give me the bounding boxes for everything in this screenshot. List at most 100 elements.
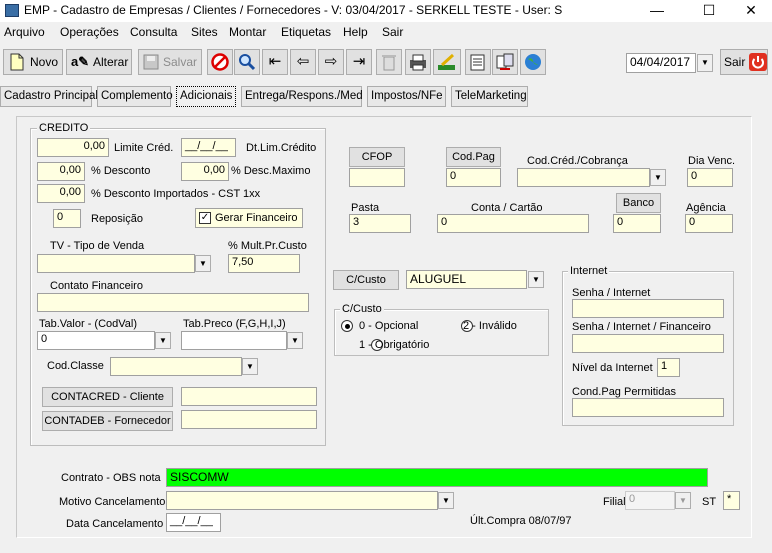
tab-impostos[interactable]: Impostos/NFe bbox=[367, 86, 446, 107]
agencia-input[interactable]: 0 bbox=[685, 214, 733, 233]
tab-bar: Cadastro Principal Complemento Adicionai… bbox=[0, 86, 772, 108]
report-button[interactable] bbox=[433, 49, 461, 75]
tab-cadastro-principal[interactable]: Cadastro Principal bbox=[0, 86, 98, 107]
agencia-label: Agência bbox=[686, 202, 726, 214]
desconto-importados-input[interactable]: 0,00 bbox=[37, 184, 85, 203]
c-custo-opcional-radio[interactable] bbox=[341, 320, 353, 332]
conta-cartao-input[interactable]: 0 bbox=[437, 214, 589, 233]
c-custo-button[interactable]: C/Custo bbox=[333, 270, 399, 290]
menu-etiquetas[interactable]: Etiquetas bbox=[281, 25, 331, 39]
data-cancelamento-input[interactable]: __/__/__ bbox=[166, 513, 221, 532]
tab-preco-select[interactable] bbox=[181, 331, 287, 350]
gerar-financeiro-checkbox[interactable]: ✓ bbox=[199, 212, 211, 224]
next-record-button[interactable]: ⇨ bbox=[318, 49, 344, 75]
desc-maximo-input[interactable]: 0,00 bbox=[181, 162, 229, 181]
dia-venc-input[interactable]: 0 bbox=[687, 168, 733, 187]
tab-complemento[interactable]: Complemento bbox=[97, 86, 173, 107]
cod-pag-button[interactable]: Cod.Pag bbox=[446, 147, 501, 167]
cfop-button[interactable]: CFOP bbox=[349, 147, 405, 167]
novo-button[interactable]: Novo bbox=[3, 49, 63, 75]
minimize-button[interactable]: — bbox=[634, 0, 680, 22]
menu-operacoes[interactable]: Operações bbox=[60, 25, 119, 39]
motivo-cancelamento-dropdown-button[interactable]: ▼ bbox=[438, 492, 454, 509]
reposicao-input[interactable]: 0 bbox=[53, 209, 81, 228]
senha-internet-financeiro-input[interactable] bbox=[572, 334, 724, 353]
transfer-icon bbox=[496, 53, 514, 71]
last-record-button[interactable]: ⇥ bbox=[346, 49, 372, 75]
sair-label: Sair bbox=[724, 55, 746, 69]
menu-help[interactable]: Help bbox=[343, 25, 368, 39]
cond-pag-permitidas-label: Cond.Pag Permitidas bbox=[572, 386, 676, 398]
menu-montar[interactable]: Montar bbox=[229, 25, 266, 39]
cod-cred-cobranca-select[interactable] bbox=[517, 168, 650, 187]
menu-arquivo[interactable]: Arquivo bbox=[4, 25, 45, 39]
print-button[interactable] bbox=[405, 49, 431, 75]
cond-pag-permitidas-input[interactable] bbox=[572, 398, 724, 417]
pasta-input[interactable]: 3 bbox=[349, 214, 411, 233]
web-button[interactable] bbox=[520, 49, 546, 75]
c-custo-select[interactable]: ALUGUEL bbox=[406, 270, 527, 289]
contato-financeiro-input[interactable] bbox=[37, 293, 309, 312]
first-record-button[interactable]: ⇤ bbox=[262, 49, 288, 75]
first-arrow-icon: ⇤ bbox=[268, 53, 282, 70]
mult-pr-custo-input[interactable]: 7,50 bbox=[228, 254, 300, 273]
notes-button[interactable] bbox=[465, 49, 491, 75]
nivel-internet-input[interactable]: 1 bbox=[657, 358, 680, 377]
desconto-input[interactable]: 0,00 bbox=[37, 162, 85, 181]
filial-select[interactable]: 0 bbox=[625, 491, 675, 510]
power-icon bbox=[749, 53, 768, 71]
cfop-input[interactable] bbox=[349, 168, 405, 187]
contacred-button[interactable]: CONTACRED - Cliente bbox=[42, 387, 173, 407]
contato-financeiro-label: Contato Financeiro bbox=[50, 280, 143, 292]
maximize-button[interactable]: ☐ bbox=[686, 0, 732, 22]
cod-cred-cobranca-dropdown-button[interactable]: ▼ bbox=[650, 169, 666, 186]
contadeb-button[interactable]: CONTADEB - Fornecedor bbox=[42, 411, 173, 431]
desconto-label: % Desconto bbox=[91, 165, 151, 177]
new-document-icon bbox=[8, 53, 26, 71]
contrato-obs-input[interactable]: SISCOMW bbox=[166, 468, 708, 487]
c-custo-dropdown-button[interactable]: ▼ bbox=[528, 271, 544, 288]
cancel-button[interactable] bbox=[207, 49, 233, 75]
notepad-icon bbox=[469, 53, 487, 71]
close-button[interactable]: ✕ bbox=[728, 0, 772, 22]
dia-venc-label: Dia Venc. bbox=[688, 155, 736, 167]
cod-classe-label: Cod.Classe bbox=[47, 360, 104, 372]
alterar-button[interactable]: a✎ Alterar bbox=[66, 49, 132, 75]
tab-adicionais[interactable]: Adicionais bbox=[176, 86, 236, 107]
menu-consulta[interactable]: Consulta bbox=[130, 25, 177, 39]
banco-button[interactable]: Banco bbox=[616, 193, 661, 213]
tab-valor-select[interactable]: 0 bbox=[37, 331, 155, 350]
tab-valor-dropdown-button[interactable]: ▼ bbox=[155, 332, 171, 349]
banco-input[interactable]: 0 bbox=[613, 214, 661, 233]
prev-record-button[interactable]: ⇦ bbox=[290, 49, 316, 75]
gerar-financeiro-label: Gerar Financeiro bbox=[215, 212, 298, 224]
filial-dropdown-button[interactable]: ▼ bbox=[675, 492, 691, 509]
senha-internet-input[interactable] bbox=[572, 299, 724, 318]
novo-label: Novo bbox=[29, 55, 58, 69]
motivo-cancelamento-select[interactable] bbox=[166, 491, 438, 510]
dt-lim-credito-input[interactable]: __/__/__ bbox=[181, 138, 236, 157]
contadeb-input[interactable] bbox=[181, 410, 317, 429]
menu-bar: Arquivo Operações Consulta Sites Montar … bbox=[0, 22, 772, 42]
tipo-venda-dropdown-button[interactable]: ▼ bbox=[195, 255, 211, 272]
date-dropdown-button[interactable]: ▼ bbox=[697, 54, 713, 72]
salvar-button[interactable]: Salvar bbox=[138, 49, 202, 75]
tab-telemarketing[interactable]: TeleMarketing bbox=[451, 86, 528, 107]
cod-classe-dropdown-button[interactable]: ▼ bbox=[242, 358, 258, 375]
cod-classe-select[interactable] bbox=[110, 357, 242, 376]
sair-button[interactable]: Sair bbox=[720, 49, 768, 75]
menu-sites[interactable]: Sites bbox=[191, 25, 218, 39]
st-input[interactable]: * bbox=[723, 491, 740, 510]
limite-credito-input[interactable]: 0,00 bbox=[37, 138, 109, 157]
cod-pag-input[interactable]: 0 bbox=[446, 168, 501, 187]
delete-button[interactable] bbox=[376, 49, 402, 75]
tipo-venda-select[interactable] bbox=[37, 254, 195, 273]
tab-preco-dropdown-button[interactable]: ▼ bbox=[287, 332, 303, 349]
pencil-chart-icon bbox=[437, 53, 455, 71]
tab-entrega[interactable]: Entrega/Respons./Med bbox=[241, 86, 363, 107]
transfer-button[interactable] bbox=[492, 49, 518, 75]
menu-sair[interactable]: Sair bbox=[382, 25, 403, 39]
contacred-input[interactable] bbox=[181, 387, 317, 406]
search-button[interactable] bbox=[234, 49, 260, 75]
date-input[interactable]: 04/04/2017 bbox=[626, 53, 696, 73]
